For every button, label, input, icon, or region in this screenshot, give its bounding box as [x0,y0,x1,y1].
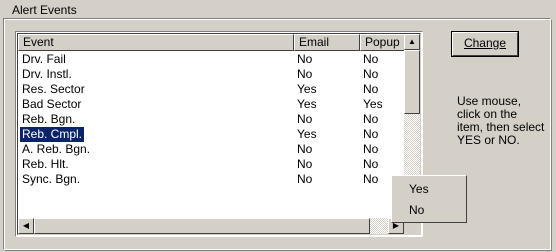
cell-email: No [297,67,313,81]
table-row[interactable]: Drv. Instl. No No [18,67,404,82]
table-row[interactable]: Sync. Bgn. No No [18,172,404,187]
cell-event: Reb. Hlt. [22,157,69,171]
horizontal-scroll-thumb[interactable] [34,218,370,234]
list-header: Event Email Popup [18,34,408,51]
cell-popup: No [363,67,379,81]
cell-event: Sync. Bgn. [22,172,81,186]
cell-popup: Yes [363,97,383,111]
cell-event: Res. Sector [22,82,85,96]
cell-event: Reb. Cmpl. [18,126,86,143]
column-header-email[interactable]: Email [294,34,360,51]
cell-event: A. Reb. Bgn. [22,142,91,156]
table-row[interactable]: Reb. Bgn. No No [18,112,404,127]
vertical-scroll-thumb[interactable] [404,50,420,114]
table-row[interactable]: Res. Sector Yes No [18,82,404,97]
group-title: Alert Events [10,3,79,17]
cell-email: Yes [297,97,317,111]
list-rows: Drv. Fail No No Drv. Instl. No No Res. S… [18,52,404,187]
table-row[interactable]: A. Reb. Bgn. No No [18,142,404,157]
menu-item-yes[interactable]: Yes [409,182,429,196]
cell-email: Yes [297,127,317,141]
cell-popup: No [363,127,379,141]
cell-popup: No [363,157,379,171]
cell-event: Bad Sector [22,97,82,111]
horizontal-scrollbar[interactable]: ◀ ▶ [18,218,404,234]
menu-item-no[interactable]: No [409,203,424,217]
cell-popup: No [363,52,379,66]
cell-email: No [297,112,313,126]
table-row-selected[interactable]: Reb. Cmpl. Yes No [18,126,404,143]
events-listview[interactable]: Event Email Popup Drv. Fail No No Drv. I… [15,31,423,237]
table-row[interactable]: Reb. Hlt. No No [18,157,404,172]
cell-email: No [297,52,313,66]
cell-popup: No [363,172,379,186]
cell-email: Yes [297,82,317,96]
scroll-up-icon[interactable]: ▲ [404,34,420,50]
cell-email: No [297,142,313,156]
change-button-label: Change [463,36,507,50]
scroll-left-icon[interactable]: ◀ [18,218,34,234]
column-header-popup[interactable]: Popup [360,34,408,51]
table-row[interactable]: Drv. Fail No No [18,52,404,67]
cell-event: Drv. Instl. [22,67,72,81]
change-button[interactable]: Change [451,31,519,57]
cell-email: No [297,157,313,171]
cell-popup: No [363,82,379,96]
cell-email: No [297,172,313,186]
cell-popup: No [363,142,379,156]
cell-event: Drv. Fail [22,52,66,66]
help-text: Use mouse, click on the item, then selec… [457,94,545,147]
table-row[interactable]: Bad Sector Yes Yes [18,97,404,112]
cell-event: Reb. Bgn. [22,112,76,126]
cell-popup: No [363,112,379,126]
yes-no-popup-menu: Yes No [391,175,467,223]
column-header-event[interactable]: Event [18,34,294,51]
